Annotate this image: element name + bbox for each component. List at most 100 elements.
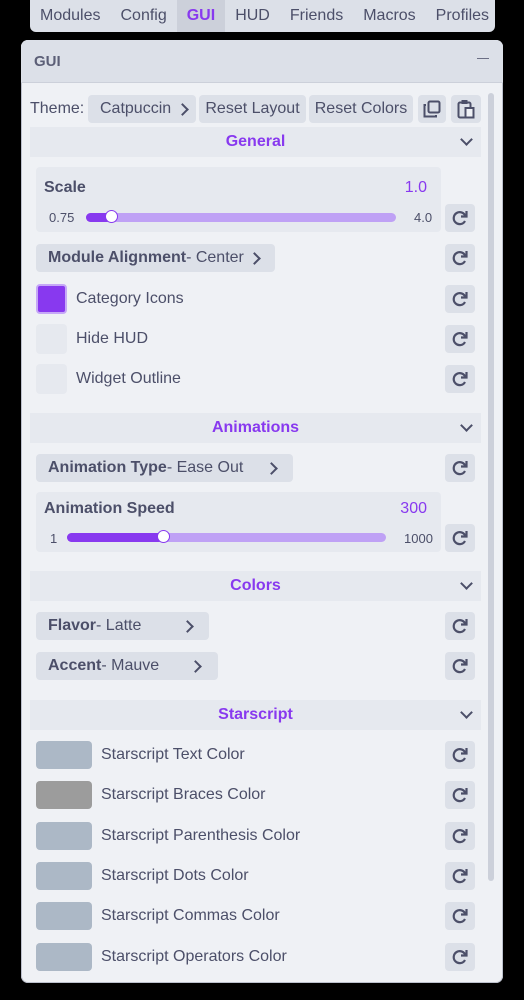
starscript-commas-color-reset-button[interactable]	[445, 902, 475, 930]
reset-icon	[452, 292, 468, 307]
paste-icon	[457, 100, 475, 119]
chevron-right-icon	[265, 461, 279, 475]
widget-outline-label: Widget Outline	[76, 370, 181, 387]
starscript-commas-color-swatch[interactable]	[36, 902, 92, 930]
section-colors-title: Colors	[230, 577, 281, 594]
module-alignment-reset-button[interactable]	[445, 244, 475, 272]
tab-config[interactable]: Config	[110, 0, 176, 32]
accent-reset-button[interactable]	[445, 652, 475, 680]
starscript-parenthesis-color-swatch[interactable]	[36, 822, 92, 850]
accent-value: - Mauve	[101, 657, 160, 674]
starscript-dots-color-reset-button[interactable]	[445, 862, 475, 890]
reset-icon	[452, 829, 468, 844]
starscript-text-color-swatch[interactable]	[36, 741, 92, 769]
theme-value: Catpuccin	[100, 100, 172, 117]
theme-label: Theme:	[30, 100, 85, 117]
module-alignment-button[interactable]: Module Alignment - Center	[36, 244, 275, 272]
reset-icon	[452, 531, 468, 546]
reset-icon	[452, 659, 468, 674]
window-title: GUI	[34, 52, 61, 70]
hide-hud-checkbox[interactable]	[36, 324, 67, 354]
starscript-dots-color-swatch[interactable]	[36, 862, 92, 890]
window-titlebar[interactable]: GUI	[21, 40, 503, 83]
hide-hud-reset-button[interactable]	[445, 325, 475, 353]
starscript-braces-color-swatch[interactable]	[36, 781, 92, 809]
animation-type-button[interactable]: Animation Type - Ease Out	[36, 454, 293, 482]
section-animations-title: Animations	[211, 419, 300, 436]
widget-outline-checkbox[interactable]	[36, 364, 67, 394]
scale-min: 0.75	[49, 210, 75, 225]
animation-speed-slider-knob[interactable]	[157, 530, 170, 543]
minimize-icon[interactable]	[477, 58, 489, 59]
chevron-right-icon	[181, 619, 195, 633]
reset-icon	[452, 332, 468, 347]
reset-icon	[452, 950, 468, 965]
tab-friends[interactable]: Friends	[280, 0, 353, 32]
chevron-right-icon	[247, 251, 261, 265]
starscript-braces-color-reset-button[interactable]	[445, 781, 475, 809]
scrollbar[interactable]	[488, 93, 494, 881]
scale-setting: Scale 1.0 0.75 4.0	[36, 167, 441, 232]
widget-outline-reset-button[interactable]	[445, 365, 475, 393]
paste-button[interactable]	[451, 95, 481, 123]
chevron-right-icon	[189, 659, 203, 673]
reset-icon	[452, 869, 468, 884]
module-alignment-value: - Center	[186, 249, 244, 266]
flavor-reset-button[interactable]	[445, 612, 475, 640]
scale-value: 1.0	[404, 179, 427, 196]
starscript-operators-color-swatch[interactable]	[36, 943, 92, 971]
scale-slider-knob[interactable]	[105, 210, 118, 223]
reset-layout-button[interactable]: Reset Layout	[199, 95, 306, 123]
section-general-title: General	[225, 133, 286, 150]
animation-speed-reset-button[interactable]	[445, 524, 475, 552]
animation-type-value: - Ease Out	[166, 459, 244, 476]
section-starscript-header[interactable]: Starscript	[30, 700, 481, 730]
theme-selector-button[interactable]: Catpuccin	[88, 95, 196, 123]
copy-icon	[423, 100, 441, 118]
reset-icon	[452, 372, 468, 387]
animation-type-label: Animation Type	[48, 459, 167, 476]
hide-hud-label: Hide HUD	[76, 330, 149, 347]
chevron-right-icon	[176, 102, 190, 116]
animation-speed-label: Animation Speed	[44, 500, 175, 517]
starscript-commas-color-label: Starscript Commas Color	[101, 907, 280, 924]
category-icons-label: Category Icons	[76, 290, 184, 307]
scale-slider[interactable]	[86, 210, 396, 223]
animation-speed-max: 1000	[404, 531, 433, 546]
category-icons-reset-button[interactable]	[445, 285, 475, 313]
scale-label: Scale	[44, 179, 86, 196]
copy-button[interactable]	[418, 95, 446, 123]
starscript-text-color-reset-button[interactable]	[445, 741, 475, 769]
animation-speed-slider[interactable]	[67, 530, 386, 543]
flavor-button[interactable]: Flavor - Latte	[36, 612, 209, 640]
reset-colors-button[interactable]: Reset Colors	[309, 95, 413, 123]
reset-icon	[452, 251, 468, 266]
starscript-braces-color-label: Starscript Braces Color	[101, 786, 266, 803]
section-general-header[interactable]: General	[30, 127, 481, 157]
tab-macros[interactable]: Macros	[353, 0, 425, 32]
starscript-parenthesis-color-reset-button[interactable]	[445, 822, 475, 850]
starscript-dots-color-label: Starscript Dots Color	[101, 867, 249, 884]
reset-icon	[452, 748, 468, 763]
tab-profiles[interactable]: Profiles	[426, 0, 499, 32]
section-colors-header[interactable]: Colors	[30, 571, 481, 601]
tab-gui[interactable]: GUI	[176, 0, 226, 32]
accent-label: Accent	[48, 657, 102, 674]
accent-button[interactable]: Accent - Mauve	[36, 652, 218, 680]
reset-icon	[452, 461, 468, 476]
starscript-text-color-label: Starscript Text Color	[101, 746, 245, 763]
flavor-label: Flavor	[48, 617, 97, 634]
chevron-down-icon	[460, 419, 473, 432]
animation-speed-min: 1	[50, 531, 58, 546]
gui-window: GUI Theme: Catpuccin Reset Layout Reset …	[21, 40, 503, 983]
reset-icon	[452, 909, 468, 924]
tab-modules[interactable]: Modules	[30, 0, 110, 32]
section-animations-header[interactable]: Animations	[30, 413, 481, 443]
category-icons-checkbox[interactable]	[36, 284, 67, 314]
starscript-operators-color-reset-button[interactable]	[445, 943, 475, 971]
scale-reset-button[interactable]	[445, 204, 475, 232]
animation-type-reset-button[interactable]	[445, 454, 475, 482]
chevron-down-icon	[460, 706, 473, 719]
section-starscript-title: Starscript	[218, 706, 293, 723]
tab-hud[interactable]: HUD	[225, 0, 280, 32]
